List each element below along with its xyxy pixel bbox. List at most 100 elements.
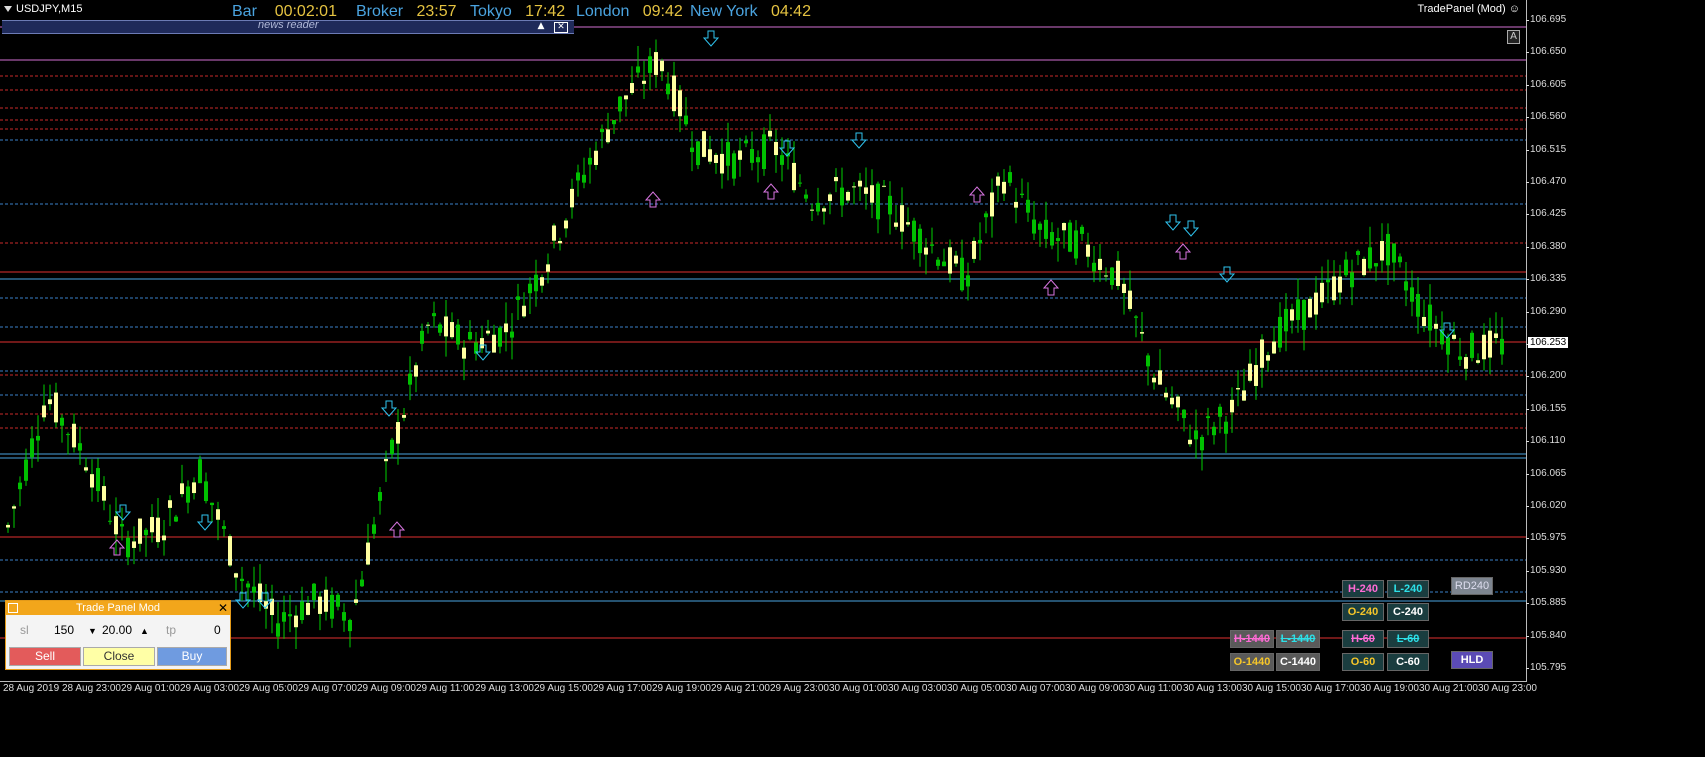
panel-close-icon[interactable]: ✕ xyxy=(218,601,228,615)
candle-body xyxy=(456,324,460,345)
candle-body xyxy=(1398,256,1402,263)
symbol-label[interactable]: USDJPY,M15 xyxy=(4,3,82,15)
candle-body xyxy=(978,239,982,244)
rd240-button[interactable]: RD240 xyxy=(1451,577,1493,595)
sl-input[interactable]: 150 xyxy=(54,623,74,637)
candle-body xyxy=(606,129,610,143)
price-tick: 106.155 xyxy=(1525,402,1567,414)
clock-london: London 09:42 xyxy=(576,3,683,20)
time-tick: 29 Aug 23:00 xyxy=(770,683,829,694)
candle-body xyxy=(894,222,898,227)
a-button[interactable]: A xyxy=(1507,30,1520,44)
candle-body xyxy=(396,422,400,444)
close-button[interactable]: Close xyxy=(83,647,155,666)
candle-body xyxy=(468,331,472,340)
candle-body xyxy=(138,518,142,544)
chart-area[interactable] xyxy=(0,0,1660,740)
time-tick: 30 Aug 21:00 xyxy=(1419,683,1478,694)
candle-body xyxy=(108,520,112,522)
candle-body xyxy=(1326,279,1330,283)
l60-button[interactable]: L-60 xyxy=(1387,630,1429,648)
lot-input[interactable]: 20.00 xyxy=(102,623,132,637)
candle-body xyxy=(294,615,298,628)
time-tick: 29 Aug 07:00 xyxy=(298,683,357,694)
h1440-button[interactable]: H-1440 xyxy=(1230,630,1274,648)
candle-body xyxy=(1200,437,1204,451)
l240-button[interactable]: L-240 xyxy=(1387,580,1429,598)
h60-button[interactable]: H-60 xyxy=(1342,630,1384,648)
candle-body xyxy=(1368,247,1372,269)
price-tick: 106.425 xyxy=(1525,208,1567,220)
lot-increase-icon[interactable]: ▲ xyxy=(140,626,149,636)
price-chart[interactable] xyxy=(0,0,1527,682)
candle-body xyxy=(816,202,820,212)
candle-body xyxy=(780,155,784,165)
lot-decrease-icon[interactable]: ▼ xyxy=(88,626,97,636)
candle-body xyxy=(1008,172,1012,183)
o1440-button[interactable]: O-1440 xyxy=(1230,653,1274,671)
buy-signal-arrow xyxy=(644,191,662,208)
tp-input[interactable]: 0 xyxy=(214,623,221,637)
buy-signal-arrow xyxy=(762,183,780,200)
sell-signal-arrow xyxy=(850,132,868,149)
candle-body xyxy=(288,614,292,617)
candle-body xyxy=(822,208,826,212)
candle-body xyxy=(354,599,358,603)
tp-label: tp xyxy=(166,623,177,637)
candle-body xyxy=(828,194,832,202)
sell-button[interactable]: Sell xyxy=(9,647,81,666)
news-collapse-icon[interactable]: ▲ xyxy=(535,22,547,31)
candle-body xyxy=(936,259,940,266)
news-close-icon[interactable]: ✕ xyxy=(554,22,568,33)
candle-body xyxy=(42,405,46,418)
candle-body xyxy=(1416,293,1420,317)
candle-body xyxy=(630,83,634,93)
candle-body xyxy=(1482,334,1486,360)
candle-body xyxy=(522,305,526,317)
candle-body xyxy=(810,209,814,211)
candle-body xyxy=(120,524,124,527)
candle-body xyxy=(1458,356,1462,360)
sell-signal-arrow xyxy=(1182,220,1200,237)
o60-button[interactable]: O-60 xyxy=(1342,653,1384,671)
candle-body xyxy=(420,330,424,344)
candle-body xyxy=(252,586,256,593)
candle-body xyxy=(1356,251,1360,255)
candle-body xyxy=(918,228,922,254)
candle-body xyxy=(1218,406,1222,417)
candle-body xyxy=(180,483,184,495)
c1440-button[interactable]: C-1440 xyxy=(1276,653,1320,671)
symbol-menu-icon[interactable] xyxy=(4,6,12,13)
l1440-button[interactable]: L-1440 xyxy=(1276,630,1320,648)
candle-body xyxy=(1296,299,1300,320)
candle-body xyxy=(678,90,682,117)
news-reader-strip[interactable]: news reader ▲ ✕ xyxy=(2,19,574,34)
c240-button[interactable]: C-240 xyxy=(1387,603,1429,621)
candle-body xyxy=(798,182,802,184)
candle-body xyxy=(378,492,382,501)
buy-button[interactable]: Buy xyxy=(157,647,227,666)
candle-body xyxy=(210,502,214,506)
candle-body xyxy=(1248,363,1252,381)
trade-panel-title-bar[interactable]: Trade Panel Mod ✕ xyxy=(6,601,230,615)
candle-body xyxy=(1494,333,1498,338)
buy-signal-arrow xyxy=(968,186,986,203)
candle-body xyxy=(618,96,622,112)
price-tick: 105.975 xyxy=(1525,532,1567,544)
panel-minimize-icon[interactable] xyxy=(8,603,18,613)
h240-button[interactable]: H-240 xyxy=(1342,580,1384,598)
candle-body xyxy=(1350,272,1354,288)
sell-signal-arrow xyxy=(114,504,132,521)
time-tick: 29 Aug 01:00 xyxy=(121,683,180,694)
candle-body xyxy=(792,162,796,191)
candle-body xyxy=(582,174,586,183)
candle-body xyxy=(216,509,220,520)
candle-body xyxy=(150,517,154,533)
hld-button[interactable]: HLD xyxy=(1451,651,1493,669)
o240-button[interactable]: O-240 xyxy=(1342,603,1384,621)
clock-tokyo: Tokyo 17:42 xyxy=(470,3,566,20)
candle-body xyxy=(1314,292,1318,315)
candle-body xyxy=(876,183,880,220)
trade-panel[interactable]: Trade Panel Mod ✕ sl 150 ▼ 20.00 ▲ tp 0 … xyxy=(5,600,231,670)
c60-button[interactable]: C-60 xyxy=(1387,653,1429,671)
